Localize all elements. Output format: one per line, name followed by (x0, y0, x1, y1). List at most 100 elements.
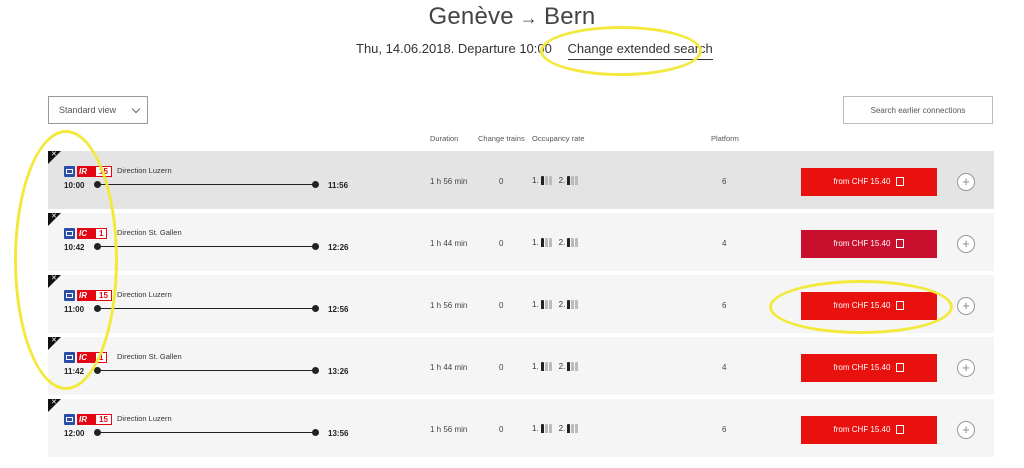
train-category: IR (77, 414, 95, 425)
change-trains-value: 0 (499, 363, 504, 372)
train-line-number: 15 (95, 414, 112, 425)
price-label: from CHF 15.40 (833, 363, 891, 372)
person-icon (544, 176, 548, 185)
sa-icon: ✕ (51, 151, 57, 158)
person-icon (548, 424, 552, 433)
search-earlier-connections-button[interactable]: Search earlier connections (843, 96, 993, 124)
person-icon (548, 362, 552, 371)
buy-ticket-button[interactable]: from CHF 15.40 (801, 354, 937, 382)
ticket-icon (64, 352, 75, 363)
duration-value: 1 h 56 min (430, 425, 468, 434)
arrival-dot-icon (312, 243, 319, 250)
second-class-label: 2. (558, 300, 566, 309)
change-trains-value: 0 (499, 425, 504, 434)
search-summary: Thu, 14.06.2018. Departure 10:00 Change … (356, 41, 713, 60)
route-arrow-icon: → (519, 8, 538, 28)
price-label: from CHF 15.40 (833, 425, 891, 434)
view-select[interactable]: Standard view (48, 96, 148, 124)
expand-details-button[interactable]: + (957, 235, 975, 253)
person-icon (540, 362, 544, 371)
train-direction: Direction St. Gallen (117, 228, 182, 237)
person-icon (567, 238, 571, 247)
change-trains-value: 0 (499, 239, 504, 248)
train-category: IC (77, 352, 95, 363)
search-date-departure: Thu, 14.06.2018. Departure 10:00 (356, 41, 552, 56)
platform-value: 6 (722, 425, 727, 434)
person-icon (540, 300, 544, 309)
connection-row[interactable]: ✕ IR 15 Direction Luzern 11:00 12:56 1 h 56 mi… (48, 275, 994, 335)
expand-details-button[interactable]: + (957, 421, 975, 439)
journey-line (98, 308, 316, 309)
first-class-label: 1. (532, 238, 539, 247)
duration-value: 1 h 44 min (430, 363, 468, 372)
connection-row[interactable]: ✕ IC 1 Direction St. Gallen 11:42 13:26 1 h 44… (48, 337, 994, 397)
sa-icon: ✕ (51, 399, 57, 406)
person-icon (575, 238, 579, 247)
second-class-label: 2. (558, 176, 566, 185)
ticket-icon (64, 414, 75, 425)
arrival-time: 12:26 (328, 243, 349, 252)
origin-station: Genève (428, 3, 514, 30)
expand-details-button[interactable]: + (957, 359, 975, 377)
arrival-dot-icon (312, 181, 319, 188)
journey-line (98, 370, 316, 371)
connection-row[interactable]: ✕ IC 1 Direction St. Gallen 10:42 12:26 1 h 44… (48, 213, 994, 273)
train-category-badge: IR 15 (64, 414, 112, 425)
arrival-time: 13:26 (328, 367, 349, 376)
ticket-icon (896, 301, 905, 311)
duration-value: 1 h 56 min (430, 301, 468, 310)
platform-value: 6 (722, 177, 727, 186)
train-category-badge: IC 1 (64, 352, 108, 363)
train-direction: Direction Luzern (117, 290, 172, 299)
duration-value: 1 h 56 min (430, 177, 468, 186)
person-icon (575, 300, 579, 309)
first-class-label: 1. (532, 300, 539, 309)
train-category: IR (77, 290, 95, 301)
buy-ticket-button[interactable]: from CHF 15.40 (801, 292, 937, 320)
destination-station: Bern (543, 3, 596, 30)
expand-details-button[interactable]: + (957, 173, 975, 191)
expand-details-button[interactable]: + (957, 297, 975, 315)
train-direction: Direction St. Gallen (117, 352, 182, 361)
chevron-down-icon (131, 104, 141, 114)
journey-line (98, 184, 316, 185)
ticket-icon (896, 239, 905, 249)
person-icon (567, 424, 571, 433)
occupancy-indicator: 1. 2. (532, 238, 579, 247)
second-class-label: 2. (558, 238, 566, 247)
occupancy-indicator: 1. 2. (532, 362, 579, 371)
buy-ticket-button[interactable]: from CHF 15.40 (801, 230, 937, 258)
train-category-badge: IR 15 (64, 166, 112, 177)
first-class-label: 1. (532, 176, 539, 185)
first-class-label: 1. (532, 424, 539, 433)
buy-ticket-button[interactable]: from CHF 15.40 (801, 168, 937, 196)
person-icon (571, 362, 575, 371)
sa-icon: ✕ (51, 275, 57, 282)
change-extended-search-link[interactable]: Change extended search (567, 41, 713, 60)
column-header-platform: Platform (711, 134, 739, 143)
person-icon (540, 176, 544, 185)
ticket-icon (64, 290, 75, 301)
connection-row[interactable]: ✕ IR 15 Direction Luzern 10:00 11:56 1 h 56 mi… (48, 151, 994, 211)
column-header-change-trains: Change trains (478, 134, 525, 143)
train-category: IR (77, 166, 95, 177)
ticket-icon (896, 425, 905, 435)
train-line-number: 1 (95, 228, 108, 239)
journey-line (98, 246, 316, 247)
buy-ticket-button[interactable]: from CHF 15.40 (801, 416, 937, 444)
person-icon (567, 362, 571, 371)
connection-row[interactable]: ✕ IR 15 Direction Luzern 12:00 13:56 1 h 56 mi… (48, 399, 994, 459)
arrival-dot-icon (312, 367, 319, 374)
arrival-time: 13:56 (328, 429, 349, 438)
ticket-icon (64, 228, 75, 239)
change-trains-value: 0 (499, 301, 504, 310)
platform-value: 4 (722, 363, 727, 372)
person-icon (575, 424, 579, 433)
person-icon (544, 362, 548, 371)
person-icon (571, 300, 575, 309)
platform-value: 4 (722, 239, 727, 248)
sa-icon: ✕ (51, 213, 57, 220)
person-icon (540, 238, 544, 247)
price-label: from CHF 15.40 (833, 177, 891, 186)
platform-value: 6 (722, 301, 727, 310)
